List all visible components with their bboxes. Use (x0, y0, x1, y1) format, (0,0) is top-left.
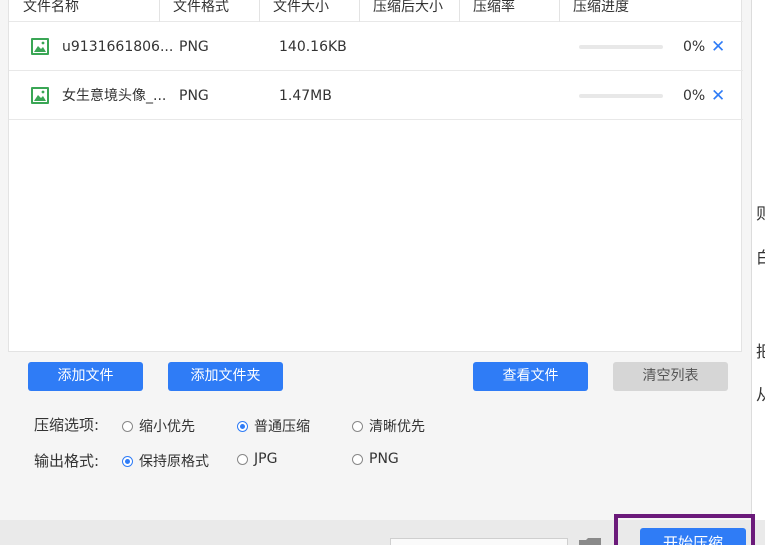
output-format-label: 输出格式: (34, 452, 100, 470)
radio-format-png[interactable]: PNG (352, 451, 399, 467)
close-icon[interactable]: ✕ (711, 23, 725, 71)
add-file-button[interactable]: 添加文件 (28, 362, 143, 391)
view-file-button[interactable]: 查看文件 (473, 362, 588, 391)
compression-app: 文件名称 文件格式 文件大小 压缩后大小 压缩率 压缩进度 u913166180… (0, 0, 765, 545)
header-compression-ratio: 压缩率 (459, 0, 515, 22)
radio-dot (237, 453, 248, 465)
image-icon (31, 38, 49, 55)
radio-dot (122, 420, 133, 432)
radio-compress-normal[interactable]: 普通压缩 (237, 416, 310, 436)
radio-dot (237, 420, 248, 432)
header-file-size: 文件大小 (259, 0, 329, 22)
main-panel: 文件名称 文件格式 文件大小 压缩后大小 压缩率 压缩进度 u913166180… (0, 0, 752, 520)
progress-bar (579, 45, 663, 49)
table-header: 文件名称 文件格式 文件大小 压缩后大小 压缩率 压缩进度 (9, 0, 743, 22)
radio-label: 普通压缩 (254, 419, 310, 435)
table-row[interactable]: 女生意境头像_... PNG 1.47MB 0% ✕ (9, 72, 743, 120)
progress-bar (579, 94, 663, 98)
header-compression-progress: 压缩进度 (559, 0, 629, 22)
file-size: 1.47MB (279, 88, 332, 104)
header-file-name: 文件名称 (23, 0, 79, 15)
compress-options-label: 压缩选项: (34, 416, 100, 434)
radio-label: 缩小优先 (139, 419, 195, 435)
background-text: 从 (756, 385, 765, 404)
file-format: PNG (179, 39, 209, 55)
header-compressed-size: 压缩后大小 (359, 0, 443, 22)
radio-format-original[interactable]: 保持原格式 (122, 451, 209, 471)
table-row[interactable]: u9131661806... PNG 140.16KB 0% ✕ (9, 23, 743, 71)
background-text: 把 (756, 342, 765, 361)
progress-text: 0% (683, 88, 706, 104)
file-table: 文件名称 文件格式 文件大小 压缩后大小 压缩率 压缩进度 u913166180… (8, 0, 743, 352)
file-name: u9131661806... (62, 39, 174, 55)
radio-compress-clear[interactable]: 清晰优先 (352, 416, 425, 436)
image-icon (31, 87, 49, 104)
file-name: 女生意境头像_... (62, 88, 167, 104)
close-icon[interactable]: ✕ (711, 72, 725, 120)
radio-label: 保持原格式 (139, 454, 209, 470)
radio-label: PNG (369, 451, 399, 467)
background-text: 则 (756, 204, 765, 223)
add-folder-button[interactable]: 添加文件夹 (168, 362, 283, 391)
progress-text: 0% (683, 39, 706, 55)
radio-dot (352, 420, 363, 432)
radio-format-jpg[interactable]: JPG (237, 451, 277, 467)
folder-icon[interactable] (578, 538, 602, 545)
radio-dot (122, 455, 133, 467)
file-size: 140.16KB (279, 39, 347, 55)
clear-list-button[interactable]: 清空列表 (613, 362, 728, 391)
output-path-input[interactable] (390, 538, 568, 545)
start-compress-button[interactable]: 开始压缩 (640, 528, 746, 545)
file-format: PNG (179, 88, 209, 104)
header-file-format: 文件格式 (159, 0, 229, 22)
radio-compress-smaller[interactable]: 缩小优先 (122, 416, 195, 436)
radio-label: JPG (254, 451, 278, 467)
radio-dot (352, 453, 363, 465)
background-text: 白 (756, 248, 765, 267)
radio-label: 清晰优先 (369, 419, 425, 435)
